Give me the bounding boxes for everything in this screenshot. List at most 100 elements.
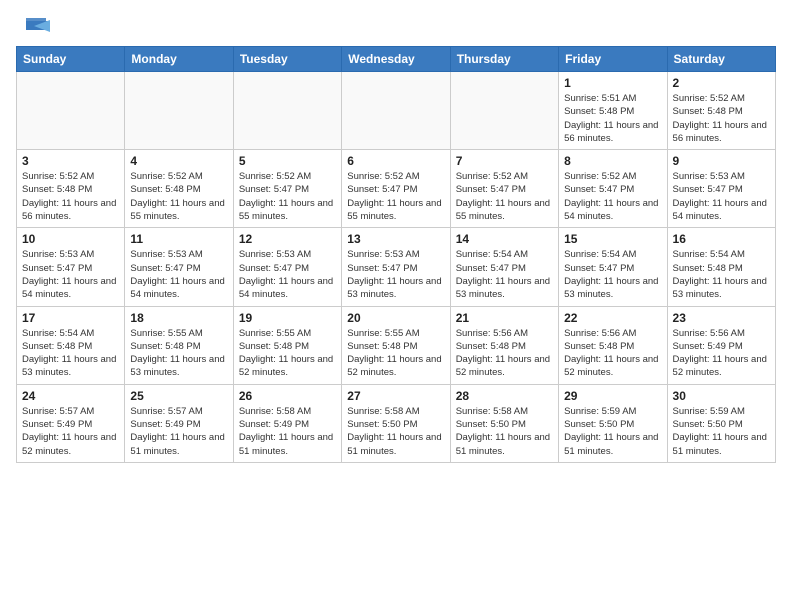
day-number: 14	[456, 232, 553, 246]
day-number: 13	[347, 232, 444, 246]
calendar-cell	[233, 72, 341, 150]
calendar-cell: 24 Sunrise: 5:57 AM Sunset: 5:49 PM Dayli…	[17, 384, 125, 462]
day-info: Sunrise: 5:52 AM Sunset: 5:47 PM Dayligh…	[347, 170, 444, 223]
day-number: 17	[22, 311, 119, 325]
calendar-cell: 10 Sunrise: 5:53 AM Sunset: 5:47 PM Dayli…	[17, 228, 125, 306]
calendar-week-row: 24 Sunrise: 5:57 AM Sunset: 5:49 PM Dayli…	[17, 384, 776, 462]
day-number: 10	[22, 232, 119, 246]
day-info: Sunrise: 5:55 AM Sunset: 5:48 PM Dayligh…	[130, 327, 227, 380]
column-header-sunday: Sunday	[17, 47, 125, 72]
day-info: Sunrise: 5:58 AM Sunset: 5:49 PM Dayligh…	[239, 405, 336, 458]
day-number: 16	[673, 232, 770, 246]
day-number: 12	[239, 232, 336, 246]
day-info: Sunrise: 5:57 AM Sunset: 5:49 PM Dayligh…	[22, 405, 119, 458]
day-number: 29	[564, 389, 661, 403]
day-number: 25	[130, 389, 227, 403]
day-info: Sunrise: 5:52 AM Sunset: 5:47 PM Dayligh…	[239, 170, 336, 223]
calendar-cell: 30Sunrise: 5:59 AM Sunset: 5:50 PM Dayli…	[667, 384, 775, 462]
calendar-week-row: 3 Sunrise: 5:52 AM Sunset: 5:48 PM Daylig…	[17, 150, 776, 228]
calendar-cell: 19 Sunrise: 5:55 AM Sunset: 5:48 PM Dayli…	[233, 306, 341, 384]
day-number: 4	[130, 154, 227, 168]
day-info: Sunrise: 5:52 AM Sunset: 5:47 PM Dayligh…	[564, 170, 661, 223]
calendar-cell: 11 Sunrise: 5:53 AM Sunset: 5:47 PM Dayli…	[125, 228, 233, 306]
day-info: Sunrise: 5:52 AM Sunset: 5:47 PM Dayligh…	[456, 170, 553, 223]
day-number: 2	[673, 76, 770, 90]
calendar-cell: 4Sunrise: 5:52 AM Sunset: 5:48 PM Daylig…	[125, 150, 233, 228]
calendar-cell: 16 Sunrise: 5:54 AM Sunset: 5:48 PM Dayli…	[667, 228, 775, 306]
day-info: Sunrise: 5:54 AM Sunset: 5:48 PM Dayligh…	[22, 327, 119, 380]
page-header	[16, 16, 776, 34]
day-info: Sunrise: 5:52 AM Sunset: 5:48 PM Dayligh…	[22, 170, 119, 223]
day-info: Sunrise: 5:55 AM Sunset: 5:48 PM Dayligh…	[239, 327, 336, 380]
logo	[16, 16, 50, 34]
calendar-cell	[342, 72, 450, 150]
day-info: Sunrise: 5:51 AM Sunset: 5:48 PM Dayligh…	[564, 92, 661, 145]
calendar-cell: 29 Sunrise: 5:59 AM Sunset: 5:50 PM Dayli…	[559, 384, 667, 462]
calendar-cell: 9 Sunrise: 5:53 AM Sunset: 5:47 PM Daylig…	[667, 150, 775, 228]
day-number: 9	[673, 154, 770, 168]
day-number: 27	[347, 389, 444, 403]
day-info: Sunrise: 5:55 AM Sunset: 5:48 PM Dayligh…	[347, 327, 444, 380]
day-number: 30	[673, 389, 770, 403]
calendar-cell: 1 Sunrise: 5:51 AM Sunset: 5:48 PM Daylig…	[559, 72, 667, 150]
calendar-cell: 22 Sunrise: 5:56 AM Sunset: 5:48 PM Dayli…	[559, 306, 667, 384]
day-info: Sunrise: 5:54 AM Sunset: 5:47 PM Dayligh…	[564, 248, 661, 301]
day-info: Sunrise: 5:53 AM Sunset: 5:47 PM Dayligh…	[347, 248, 444, 301]
day-number: 23	[673, 311, 770, 325]
column-header-wednesday: Wednesday	[342, 47, 450, 72]
calendar-cell: 28Sunrise: 5:58 AM Sunset: 5:50 PM Dayli…	[450, 384, 558, 462]
day-info: Sunrise: 5:53 AM Sunset: 5:47 PM Dayligh…	[673, 170, 770, 223]
calendar-cell: 8 Sunrise: 5:52 AM Sunset: 5:47 PM Daylig…	[559, 150, 667, 228]
day-number: 18	[130, 311, 227, 325]
column-header-monday: Monday	[125, 47, 233, 72]
calendar-cell: 6 Sunrise: 5:52 AM Sunset: 5:47 PM Daylig…	[342, 150, 450, 228]
day-info: Sunrise: 5:57 AM Sunset: 5:49 PM Dayligh…	[130, 405, 227, 458]
calendar-week-row: 10 Sunrise: 5:53 AM Sunset: 5:47 PM Dayli…	[17, 228, 776, 306]
day-number: 5	[239, 154, 336, 168]
calendar-cell: 14 Sunrise: 5:54 AM Sunset: 5:47 PM Dayli…	[450, 228, 558, 306]
calendar-cell: 25 Sunrise: 5:57 AM Sunset: 5:49 PM Dayli…	[125, 384, 233, 462]
day-info: Sunrise: 5:56 AM Sunset: 5:49 PM Dayligh…	[673, 327, 770, 380]
day-number: 22	[564, 311, 661, 325]
day-info: Sunrise: 5:58 AM Sunset: 5:50 PM Dayligh…	[347, 405, 444, 458]
day-number: 1	[564, 76, 661, 90]
day-info: Sunrise: 5:56 AM Sunset: 5:48 PM Dayligh…	[564, 327, 661, 380]
calendar-cell: 26 Sunrise: 5:58 AM Sunset: 5:49 PM Dayli…	[233, 384, 341, 462]
calendar-cell: 2 Sunrise: 5:52 AM Sunset: 5:48 PM Daylig…	[667, 72, 775, 150]
logo-icon	[16, 16, 50, 38]
day-number: 19	[239, 311, 336, 325]
day-number: 11	[130, 232, 227, 246]
calendar-cell: 7Sunrise: 5:52 AM Sunset: 5:47 PM Daylig…	[450, 150, 558, 228]
calendar-cell	[125, 72, 233, 150]
calendar-cell: 27 Sunrise: 5:58 AM Sunset: 5:50 PM Dayli…	[342, 384, 450, 462]
column-header-thursday: Thursday	[450, 47, 558, 72]
calendar-cell: 12 Sunrise: 5:53 AM Sunset: 5:47 PM Dayli…	[233, 228, 341, 306]
calendar-cell: 21Sunrise: 5:56 AM Sunset: 5:48 PM Dayli…	[450, 306, 558, 384]
day-number: 24	[22, 389, 119, 403]
day-info: Sunrise: 5:54 AM Sunset: 5:48 PM Dayligh…	[673, 248, 770, 301]
calendar-cell: 18 Sunrise: 5:55 AM Sunset: 5:48 PM Dayli…	[125, 306, 233, 384]
day-info: Sunrise: 5:54 AM Sunset: 5:47 PM Dayligh…	[456, 248, 553, 301]
calendar-cell	[450, 72, 558, 150]
day-info: Sunrise: 5:53 AM Sunset: 5:47 PM Dayligh…	[239, 248, 336, 301]
day-info: Sunrise: 5:52 AM Sunset: 5:48 PM Dayligh…	[673, 92, 770, 145]
day-number: 26	[239, 389, 336, 403]
day-info: Sunrise: 5:53 AM Sunset: 5:47 PM Dayligh…	[22, 248, 119, 301]
column-header-saturday: Saturday	[667, 47, 775, 72]
calendar-cell: 13 Sunrise: 5:53 AM Sunset: 5:47 PM Dayli…	[342, 228, 450, 306]
calendar-cell	[17, 72, 125, 150]
day-number: 6	[347, 154, 444, 168]
day-number: 3	[22, 154, 119, 168]
column-header-friday: Friday	[559, 47, 667, 72]
day-number: 15	[564, 232, 661, 246]
day-number: 8	[564, 154, 661, 168]
day-number: 21	[456, 311, 553, 325]
calendar-cell: 17 Sunrise: 5:54 AM Sunset: 5:48 PM Dayli…	[17, 306, 125, 384]
calendar-week-row: 17 Sunrise: 5:54 AM Sunset: 5:48 PM Dayli…	[17, 306, 776, 384]
calendar-cell: 15 Sunrise: 5:54 AM Sunset: 5:47 PM Dayli…	[559, 228, 667, 306]
calendar-week-row: 1 Sunrise: 5:51 AM Sunset: 5:48 PM Daylig…	[17, 72, 776, 150]
day-info: Sunrise: 5:53 AM Sunset: 5:47 PM Dayligh…	[130, 248, 227, 301]
day-info: Sunrise: 5:59 AM Sunset: 5:50 PM Dayligh…	[564, 405, 661, 458]
column-header-tuesday: Tuesday	[233, 47, 341, 72]
calendar-header-row: SundayMondayTuesdayWednesdayThursdayFrid…	[17, 47, 776, 72]
